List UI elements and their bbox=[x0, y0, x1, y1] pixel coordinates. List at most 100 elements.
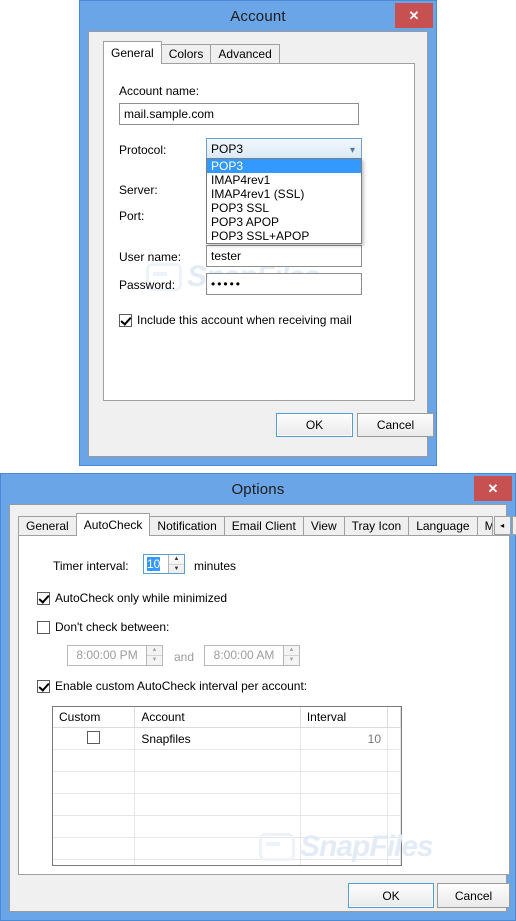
options-titlebar: Options ✕ bbox=[1, 474, 515, 504]
tab-mouse-actions-label: Mouse A bbox=[485, 519, 492, 533]
table-row-empty bbox=[53, 749, 401, 772]
protocol-option-imap4rev1[interactable]: IMAP4rev1 bbox=[207, 173, 361, 187]
dont-check-between-checkbox[interactable] bbox=[37, 620, 50, 634]
table-header-row: Custom Account Interval bbox=[53, 707, 401, 728]
tab-email-client[interactable]: Email Client bbox=[223, 516, 304, 535]
include-account-label: Include this account when receiving mail bbox=[137, 313, 352, 327]
tab-scroll-right-icon[interactable]: ▸ bbox=[511, 516, 516, 535]
empty-cell bbox=[53, 793, 136, 816]
include-account-checkbox[interactable] bbox=[119, 313, 132, 327]
and-label: and bbox=[174, 650, 195, 664]
account-tab-panel: SnapFiles Account name: mail.sample.com … bbox=[103, 63, 415, 401]
protocol-option-imap4rev1-ssl[interactable]: IMAP4rev1 (SSL) bbox=[207, 187, 361, 201]
table-row-empty bbox=[53, 837, 401, 860]
account-ok-button[interactable]: OK bbox=[276, 413, 353, 437]
empty-cell bbox=[53, 815, 136, 838]
tab-notification[interactable]: Notification bbox=[149, 516, 225, 535]
options-ok-button[interactable]: OK bbox=[348, 883, 434, 908]
column-header-custom[interactable]: Custom bbox=[53, 707, 136, 728]
spin-down-icon[interactable]: ▼ bbox=[169, 565, 184, 574]
time-from-value: 8:00:00 PM bbox=[76, 648, 138, 662]
protocol-option-pop3[interactable]: POP3 bbox=[207, 159, 361, 173]
enable-custom-interval-label: Enable custom AutoCheck interval per acc… bbox=[55, 679, 308, 693]
username-label: User name: bbox=[119, 250, 182, 264]
timer-interval-value[interactable]: 10 bbox=[147, 557, 161, 571]
username-input[interactable]: tester bbox=[206, 245, 362, 267]
options-window: Options ✕ General AutoCheck Notification… bbox=[0, 473, 516, 921]
dont-check-between-label: Don't check between: bbox=[55, 620, 170, 634]
protocol-option-pop3-ssl[interactable]: POP3 SSL bbox=[207, 201, 361, 215]
protocol-dropdown-list[interactable]: POP3 IMAP4rev1 IMAP4rev1 (SSL) POP3 SSL … bbox=[206, 158, 362, 244]
account-cancel-button[interactable]: Cancel bbox=[357, 413, 434, 437]
row-custom-checkbox[interactable] bbox=[87, 730, 101, 744]
spin-up-icon[interactable]: ▲ bbox=[147, 646, 162, 656]
empty-cell bbox=[300, 859, 389, 865]
tab-general[interactable]: General bbox=[103, 41, 162, 64]
empty-cell bbox=[134, 837, 301, 860]
column-header-blank[interactable] bbox=[387, 707, 401, 728]
protocol-value: POP3 bbox=[211, 142, 244, 156]
time-to-spinner[interactable]: 8:00:00 AM ▲ ▼ bbox=[204, 645, 300, 666]
server-label: Server: bbox=[119, 183, 158, 197]
row-custom-cell[interactable] bbox=[53, 727, 136, 750]
empty-cell bbox=[134, 793, 301, 816]
enable-custom-interval-checkbox[interactable] bbox=[37, 679, 50, 693]
account-name-input[interactable]: mail.sample.com bbox=[119, 103, 359, 125]
timer-interval-spinner[interactable]: 10 ▲ ▼ bbox=[143, 554, 185, 574]
include-account-checkbox-row[interactable]: Include this account when receiving mail bbox=[119, 313, 352, 327]
only-minimized-row[interactable]: AutoCheck only while minimized bbox=[37, 591, 227, 605]
tab-tray-icon[interactable]: Tray Icon bbox=[343, 516, 410, 535]
row-interval-cell: 10 bbox=[300, 727, 389, 750]
account-interval-table: Custom Account Interval Snapfiles 10 bbox=[53, 707, 401, 865]
close-icon[interactable]: ✕ bbox=[395, 3, 433, 28]
account-title: Account bbox=[230, 7, 286, 25]
timer-interval-spin-buttons: ▲ ▼ bbox=[168, 555, 184, 573]
tab-general-label: General bbox=[26, 519, 69, 533]
account-interval-grid[interactable]: Custom Account Interval Snapfiles 10 bbox=[52, 706, 402, 866]
tab-language[interactable]: Language bbox=[408, 516, 478, 535]
column-header-interval[interactable]: Interval bbox=[300, 707, 389, 728]
timer-interval-label: Timer interval: bbox=[53, 559, 129, 573]
tab-colors[interactable]: Colors bbox=[160, 44, 212, 63]
enable-custom-interval-row[interactable]: Enable custom AutoCheck interval per acc… bbox=[37, 679, 307, 693]
spin-up-icon[interactable]: ▲ bbox=[169, 555, 184, 565]
empty-cell bbox=[387, 793, 401, 816]
tab-view[interactable]: View bbox=[302, 516, 345, 535]
account-client-area: General Colors Advanced SnapFiles Accoun… bbox=[88, 31, 434, 457]
tab-tray-icon-label: Tray Icon bbox=[351, 519, 402, 533]
spin-down-icon[interactable]: ▼ bbox=[147, 656, 162, 665]
spin-down-icon[interactable]: ▼ bbox=[284, 656, 299, 665]
tab-view-label: View bbox=[310, 519, 337, 533]
options-cancel-button[interactable]: Cancel bbox=[437, 883, 510, 908]
protocol-combobox[interactable]: POP3 ▾ bbox=[206, 138, 362, 159]
empty-cell bbox=[53, 771, 136, 794]
empty-cell bbox=[53, 749, 136, 772]
close-icon[interactable]: ✕ bbox=[474, 476, 512, 501]
tab-mouse-actions[interactable]: Mouse A bbox=[476, 516, 493, 535]
empty-cell bbox=[134, 771, 301, 794]
empty-cell bbox=[53, 837, 136, 860]
time-from-spinner[interactable]: 8:00:00 PM ▲ ▼ bbox=[67, 645, 163, 666]
empty-cell bbox=[300, 837, 389, 860]
spin-up-icon[interactable]: ▲ bbox=[284, 646, 299, 656]
table-row-empty bbox=[53, 815, 401, 838]
tab-general-label: General bbox=[111, 46, 154, 60]
tab-advanced[interactable]: Advanced bbox=[210, 44, 280, 63]
only-minimized-checkbox[interactable] bbox=[37, 591, 50, 605]
table-row-empty bbox=[53, 793, 401, 816]
protocol-option-pop3-apop[interactable]: POP3 APOP bbox=[207, 215, 361, 229]
protocol-option-pop3-ssl-apop[interactable]: POP3 SSL+APOP bbox=[207, 229, 361, 243]
dont-check-between-row[interactable]: Don't check between: bbox=[37, 620, 169, 634]
tab-general[interactable]: General bbox=[18, 516, 77, 535]
account-tabstrip: General Colors Advanced bbox=[103, 41, 280, 64]
empty-cell bbox=[300, 749, 389, 772]
password-input[interactable]: ••••• bbox=[206, 273, 362, 295]
empty-cell bbox=[387, 859, 401, 865]
tab-email-client-label: Email Client bbox=[231, 519, 296, 533]
tab-scroll-left-icon[interactable]: ◂ bbox=[493, 516, 511, 535]
empty-cell bbox=[134, 815, 301, 838]
table-row[interactable]: Snapfiles 10 bbox=[53, 727, 401, 750]
column-header-account[interactable]: Account bbox=[134, 707, 301, 728]
row-blank-cell bbox=[387, 727, 401, 750]
tab-autocheck[interactable]: AutoCheck bbox=[75, 513, 151, 536]
